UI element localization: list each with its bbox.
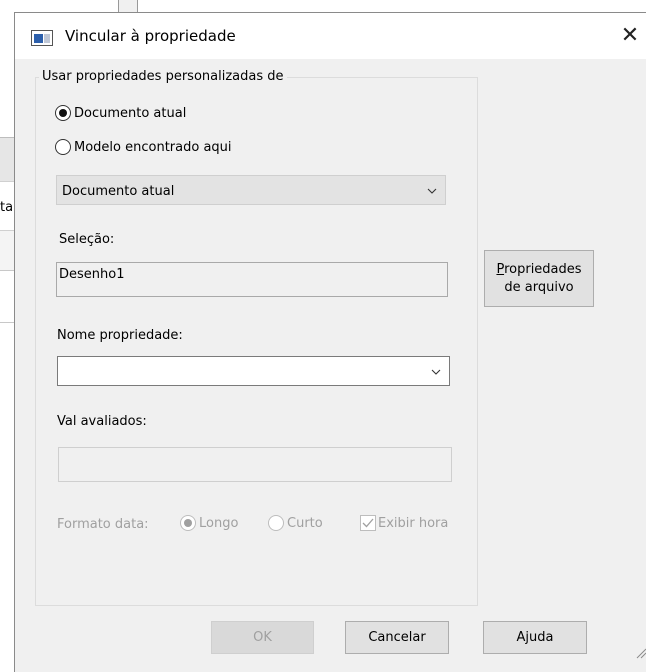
chevron-down-icon (431, 369, 441, 375)
evaluated-values-field (58, 447, 452, 482)
radio-label: Modelo encontrado aqui (74, 139, 232, 155)
evaluated-values-label: Val avaliados: (57, 414, 147, 429)
background-strip (118, 0, 138, 12)
radio-button[interactable] (55, 139, 71, 155)
property-name-combobox[interactable] (57, 356, 450, 386)
link-to-property-dialog: Vincular à propriedade ✕ Usar propriedad… (14, 12, 646, 672)
source-dropdown[interactable]: Documento atual (56, 175, 446, 205)
chevron-down-icon (427, 188, 437, 194)
selection-field: Desenho1 (56, 262, 448, 297)
radio-model-found-here[interactable]: Modelo encontrado aqui (55, 139, 232, 155)
radio-label: Documento atual (74, 105, 187, 121)
cancel-button[interactable]: Cancelar (345, 621, 449, 654)
checkmark-icon (362, 518, 374, 528)
resize-grip-icon[interactable] (635, 647, 646, 659)
file-properties-button[interactable]: Propriedades de arquivo (484, 250, 594, 307)
source-dropdown-value: Documento atual (62, 184, 175, 199)
checkbox-checked[interactable] (360, 515, 376, 531)
title-bar: Vincular à propriedade ✕ (15, 13, 646, 59)
radio-button[interactable] (268, 515, 284, 531)
radio-button-checked[interactable] (180, 515, 196, 531)
dialog-title: Vincular à propriedade (65, 27, 236, 45)
radio-date-long[interactable]: Longo (180, 515, 238, 531)
radio-button-checked[interactable] (55, 105, 71, 121)
background-partial-text: ta (0, 200, 14, 215)
group-legend: Usar propriedades personalizadas de (39, 69, 287, 84)
close-icon: ✕ (620, 23, 640, 48)
date-format-label: Formato data: (57, 517, 149, 532)
ok-button[interactable]: OK (211, 621, 314, 654)
checkbox-show-time[interactable]: Exibir hora (360, 515, 448, 531)
file-properties-label-rest: ropriedades (504, 261, 582, 277)
app-window-icon (31, 30, 53, 46)
checkbox-label: Exibir hora (378, 515, 449, 531)
radio-date-short[interactable]: Curto (268, 515, 323, 531)
selection-label: Seleção: (59, 232, 115, 247)
property-name-label: Nome propriedade: (57, 328, 183, 343)
selection-value: Desenho1 (59, 267, 125, 282)
radio-label: Curto (287, 515, 323, 531)
radio-current-document[interactable]: Documento atual (55, 105, 186, 121)
close-button[interactable]: ✕ (617, 23, 643, 49)
help-button[interactable]: Ajuda (483, 621, 587, 654)
radio-label: Longo (199, 515, 239, 531)
file-properties-label-line1: Propriedades (496, 261, 582, 277)
file-properties-label-line2: de arquivo (504, 279, 574, 295)
